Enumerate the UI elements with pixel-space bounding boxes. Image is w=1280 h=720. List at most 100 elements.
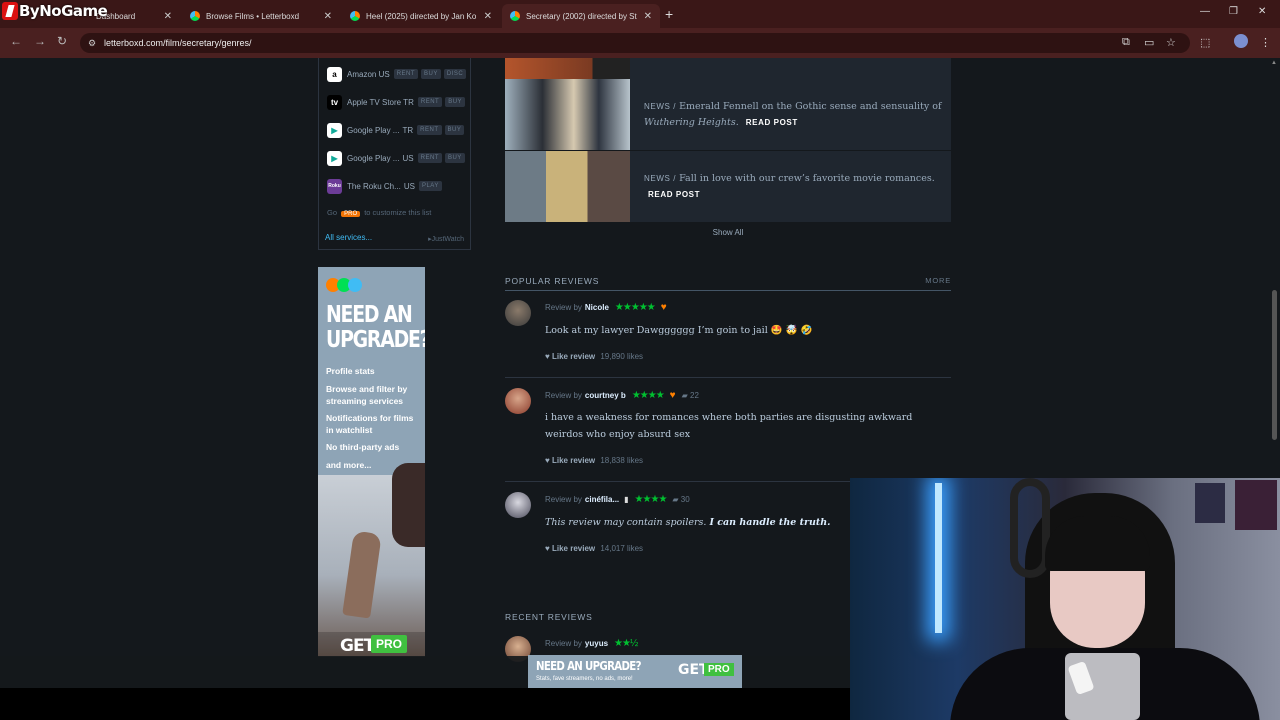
- review-text[interactable]: i have a weakness for romances where bot…: [545, 409, 945, 443]
- service-row[interactable]: tv Apple TV Store TR RENT BUY: [327, 94, 466, 110]
- back-icon[interactable]: ←: [10, 34, 22, 48]
- comment-icon: ▰: [672, 495, 679, 504]
- ad-feature: Notifications for films in watchlist: [326, 413, 414, 435]
- tab-title: Secretary (2002) directed by St: [526, 11, 637, 21]
- like-label: Like review: [551, 544, 596, 553]
- letterboxd-dots-icon: [326, 278, 362, 292]
- where-to-watch-panel: a Amazon US RENT BUY DISC tv Apple TV St…: [318, 58, 471, 250]
- comments[interactable]: ▰ 30: [672, 495, 689, 504]
- rent-tag[interactable]: RENT: [417, 125, 442, 135]
- likes-count[interactable]: 18,838 likes: [600, 456, 643, 465]
- play-tag[interactable]: PLAY: [418, 181, 442, 191]
- ad-feature: Profile stats: [326, 366, 375, 376]
- pro-badge[interactable]: PRO: [341, 211, 361, 217]
- extensions-icon[interactable]: ⬚: [1200, 36, 1210, 49]
- get-pro-button[interactable]: GET PRO: [318, 632, 425, 657]
- likes-count[interactable]: 14,017 likes: [600, 544, 643, 553]
- tab-title: Browse Films • Letterboxd: [206, 11, 300, 21]
- reload-icon[interactable]: ↻: [57, 34, 67, 48]
- roku-icon: Roku: [327, 178, 342, 194]
- webcam-overlay: [850, 478, 1280, 720]
- get-label: GET: [340, 636, 375, 656]
- review-text[interactable]: Look at my lawyer Dawgggggg I’m goin to …: [545, 322, 945, 339]
- avatar[interactable]: [505, 492, 531, 518]
- rating-stars: ★★½: [614, 638, 638, 649]
- more-link[interactable]: MORE: [925, 276, 951, 285]
- tab-heel[interactable]: Heel (2025) directed by Jan Ko ✕: [342, 4, 500, 28]
- maximize-icon[interactable]: ❐: [1229, 6, 1238, 17]
- service-country: US: [402, 153, 414, 163]
- cast-icon[interactable]: ▭: [1144, 36, 1154, 49]
- minimize-icon[interactable]: —: [1200, 6, 1210, 17]
- rent-tag[interactable]: RENT: [417, 153, 442, 163]
- service-row[interactable]: ▶ Google Play ... US RENT BUY: [327, 150, 465, 166]
- rating-stars: ★★★★★: [614, 302, 656, 313]
- service-row[interactable]: Roku The Roku Ch... US PLAY: [327, 178, 442, 194]
- like-review[interactable]: ♥ Like review 14,017 likes: [545, 544, 643, 553]
- review-by-label: Review by: [545, 391, 582, 400]
- reviewer-name[interactable]: yuyus: [585, 639, 608, 648]
- buy-tag[interactable]: BUY: [421, 69, 441, 79]
- close-tab-icon[interactable]: ✕: [644, 11, 652, 22]
- avatar[interactable]: [505, 388, 531, 414]
- service-country: US: [403, 181, 415, 191]
- close-tab-icon[interactable]: ✕: [484, 11, 492, 22]
- rent-tag[interactable]: RENT: [393, 69, 419, 79]
- tab-secretary[interactable]: Secretary (2002) directed by St ✕: [502, 4, 660, 28]
- news-item[interactable]: NEWS / Emerald Fennell on the Gothic sen…: [505, 79, 951, 150]
- section-title[interactable]: RECENT REVIEWS: [505, 612, 593, 622]
- service-name: Google Play ...: [347, 125, 400, 135]
- like-review[interactable]: ♥ Like review 19,890 likes: [545, 352, 643, 361]
- section-title[interactable]: POPULAR REVIEWS: [505, 276, 599, 286]
- like-review[interactable]: ♥ Like review 18,838 likes: [545, 456, 643, 465]
- show-all-link[interactable]: Show All: [505, 228, 951, 237]
- bottom-upgrade-ad[interactable]: NEED AN UPGRADE? Stats, fave streamers, …: [528, 655, 742, 688]
- news-thumbnail: [505, 151, 630, 222]
- service-row[interactable]: a Amazon US RENT BUY DISC: [327, 66, 467, 82]
- liked-heart-icon: ♥: [660, 302, 667, 313]
- close-tab-icon[interactable]: ✕: [324, 11, 332, 22]
- menu-icon[interactable]: ⋮: [1260, 36, 1271, 49]
- upgrade-ad[interactable]: NEED AN UPGRADE? Profile stats Browse an…: [318, 267, 425, 657]
- streamer-bangs: [1045, 516, 1150, 571]
- all-services-link[interactable]: All services...: [325, 233, 372, 242]
- news-item[interactable]: [505, 58, 951, 79]
- close-tab-icon[interactable]: ✕: [164, 11, 172, 22]
- reviewer-name[interactable]: cinéfila...: [585, 495, 619, 504]
- comment-count: 22: [690, 391, 699, 400]
- translate-icon[interactable]: ⧉: [1122, 36, 1130, 49]
- spoiler-reveal-link[interactable]: I can handle the truth.: [709, 517, 830, 528]
- review-byline: Review by Nicole ★★★★★ ♥: [545, 302, 667, 313]
- forward-icon[interactable]: →: [34, 34, 46, 48]
- profile-avatar[interactable]: [1234, 34, 1248, 48]
- spoiler-warning: This review may contain spoilers.: [545, 517, 707, 528]
- service-row[interactable]: ▶ Google Play ... TR RENT BUY: [327, 122, 465, 138]
- avatar[interactable]: [505, 300, 531, 326]
- read-post-link[interactable]: READ POST: [746, 118, 798, 127]
- news-item[interactable]: NEWS / Fall in love with our crew’s favo…: [505, 151, 951, 222]
- disc-tag[interactable]: DISC: [443, 69, 467, 79]
- close-window-icon[interactable]: ✕: [1258, 6, 1266, 17]
- news-title-tail: .: [735, 117, 739, 128]
- buy-tag[interactable]: BUY: [445, 97, 466, 107]
- popular-reviews-heading: POPULAR REVIEWS MORE: [505, 276, 951, 291]
- site-info-icon[interactable]: ⚙: [88, 38, 96, 49]
- url-field[interactable]: ⚙ letterboxd.com/film/secretary/genres/: [80, 33, 1190, 53]
- buy-tag[interactable]: BUY: [444, 125, 465, 135]
- scrollbar-thumb[interactable]: [1272, 290, 1277, 440]
- tab-browse-films[interactable]: Browse Films • Letterboxd ✕: [182, 4, 340, 28]
- review-item: Review by Nicole ★★★★★ ♥ Look at my lawy…: [505, 300, 951, 380]
- scroll-up-icon[interactable]: ▲: [1271, 60, 1277, 66]
- news-title: Emerald Fennell on the Gothic sense and …: [679, 101, 942, 112]
- reviewer-name[interactable]: courtney b: [585, 391, 626, 400]
- likes-count[interactable]: 19,890 likes: [600, 352, 643, 361]
- new-tab-icon[interactable]: +: [665, 6, 673, 22]
- justwatch-credit[interactable]: ▸JustWatch: [428, 235, 464, 243]
- reviewer-name[interactable]: Nicole: [585, 303, 609, 312]
- comments[interactable]: ▰ 22: [682, 391, 699, 400]
- read-post-link[interactable]: READ POST: [648, 190, 700, 199]
- bookmark-star-icon[interactable]: ☆: [1166, 36, 1176, 49]
- buy-tag[interactable]: BUY: [444, 153, 465, 163]
- headset: [1010, 478, 1050, 578]
- rent-tag[interactable]: RENT: [417, 97, 443, 107]
